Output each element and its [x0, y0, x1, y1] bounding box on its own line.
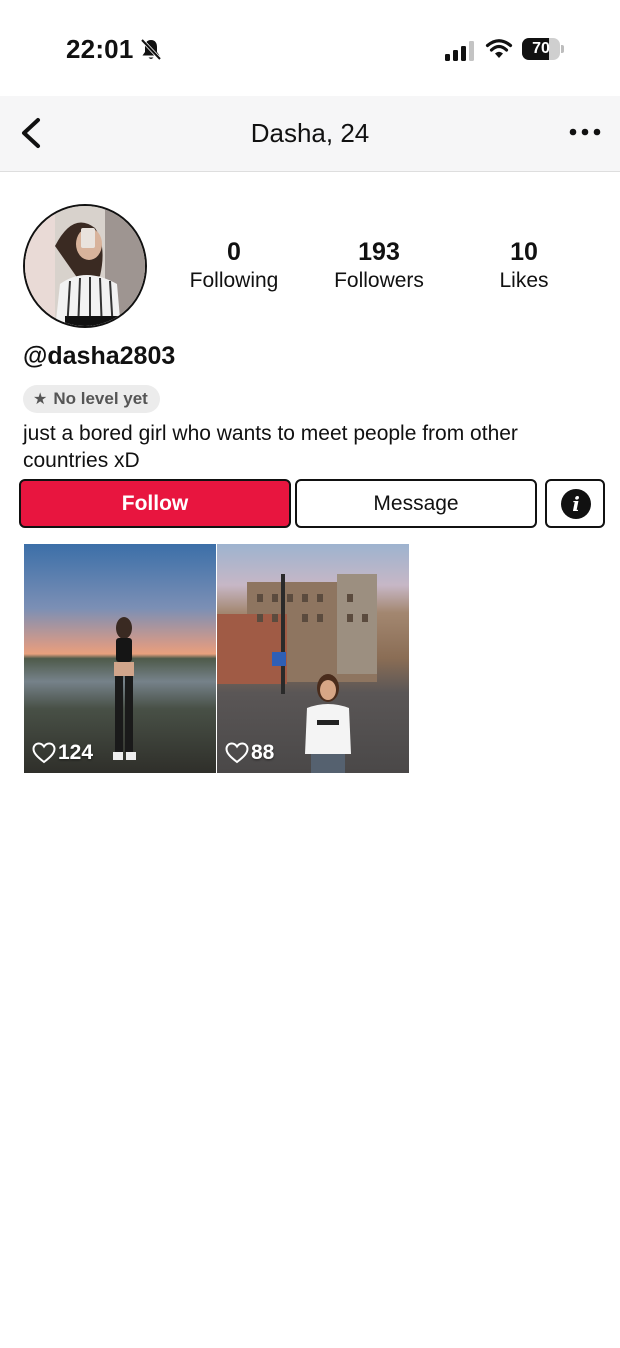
- post-likes-count: 124: [58, 741, 94, 764]
- level-badge: ★ No level yet: [23, 385, 160, 413]
- status-time: 22:01: [66, 34, 134, 64]
- post-likes: 88: [225, 741, 274, 765]
- cellular-signal-icon: [445, 41, 474, 61]
- battery-icon: 70: [522, 38, 564, 62]
- stat-likes[interactable]: 10 Likes: [459, 236, 589, 294]
- post-likes: 124: [32, 741, 93, 765]
- wifi-icon: [485, 39, 513, 58]
- info-button[interactable]: i: [545, 479, 605, 528]
- stat-label: Followers: [334, 269, 424, 292]
- stat-label: Following: [189, 269, 279, 292]
- stat-value: 0: [227, 238, 241, 266]
- username: @dasha2803: [23, 342, 176, 370]
- heart-icon: [32, 742, 56, 764]
- bell-slash-icon: [140, 38, 162, 61]
- stat-value: 10: [510, 238, 538, 266]
- status-bar: 22:01 70: [0, 0, 620, 96]
- nav-bar: Dasha, 24: [0, 96, 620, 172]
- post-photo-person: [305, 674, 351, 773]
- heart-icon: [225, 742, 249, 764]
- ellipsis-icon[interactable]: [568, 126, 602, 138]
- star-icon: ★: [33, 391, 48, 408]
- avatar-photo: [25, 206, 145, 326]
- post-photo: [113, 617, 136, 760]
- avatar[interactable]: [23, 204, 147, 328]
- stat-followers[interactable]: 193 Followers: [314, 236, 444, 294]
- info-icon: i: [561, 489, 591, 519]
- stat-value: 193: [358, 238, 400, 266]
- level-badge-label: No level yet: [53, 389, 148, 408]
- post-thumbnail[interactable]: 88: [217, 544, 409, 773]
- page-title: Dasha, 24: [250, 118, 370, 148]
- stat-following[interactable]: 0 Following: [169, 236, 299, 294]
- post-likes-count: 88: [251, 741, 275, 764]
- battery-percent: 70: [532, 40, 550, 57]
- post-thumbnail[interactable]: 124: [24, 544, 216, 773]
- message-button[interactable]: Message: [295, 479, 537, 528]
- profile-bio: just a bored girl who wants to meet peop…: [23, 422, 518, 472]
- stat-label: Likes: [499, 269, 549, 292]
- follow-button[interactable]: Follow: [19, 479, 291, 528]
